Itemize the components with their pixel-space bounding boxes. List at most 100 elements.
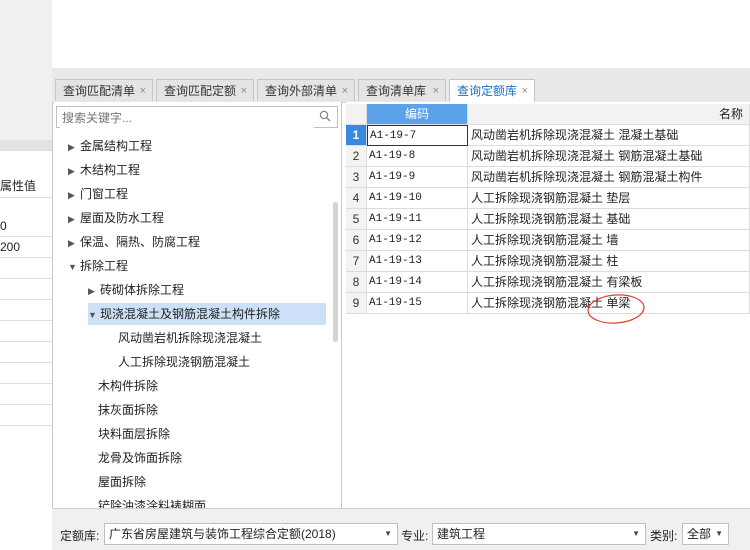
property-row[interactable] [0,321,52,342]
tab-query-match-list[interactable]: 查询匹配清单 × [55,79,153,101]
tree-node[interactable]: 风动凿岩机拆除现浇混凝土 [118,327,262,349]
tab-query-quota-library[interactable]: 查询定额库 × [449,79,535,103]
column-header-name[interactable]: 名称 [468,104,750,125]
tab-query-match-quota[interactable]: 查询匹配定额 × [156,79,254,101]
tree-node[interactable]: ▼ 拆除工程 [68,255,128,277]
tree-node[interactable]: 铲除油漆涂料裱糊面 [98,495,206,508]
tree-scrollbar[interactable] [333,202,338,342]
row-number[interactable]: 8 [346,272,367,293]
quota-library-select[interactable]: 广东省房屋建筑与装饰工程综合定额(2018) ▼ [104,523,398,545]
property-row[interactable] [0,342,52,363]
chevron-right-icon[interactable]: ▶ [88,280,100,302]
code-cell[interactable]: A1-19-7 [367,125,468,146]
grid-corner [346,104,367,125]
search-field[interactable] [56,106,338,128]
close-icon[interactable]: × [140,80,146,102]
property-row[interactable] [0,300,52,321]
property-value[interactable]: 0 [0,216,52,237]
tab-query-list-library[interactable]: 查询清单库 × [358,79,446,101]
close-icon[interactable]: × [522,80,528,102]
property-row[interactable] [0,363,52,384]
name-cell[interactable]: 人工拆除现浇钢筋混凝土 柱 [468,251,750,272]
property-header-strip [0,140,52,151]
name-cell[interactable]: 人工拆除现浇钢筋混凝土 墙 [468,230,750,251]
tree-node[interactable]: ▶ 保温、隔热、防腐工程 [68,231,200,253]
caret-down-icon[interactable]: ▼ [715,524,723,544]
tree-node[interactable]: 块料面层拆除 [98,423,170,445]
category-label: 类别: [650,529,678,543]
chevron-right-icon[interactable]: ▶ [68,184,80,206]
row-number[interactable]: 4 [346,188,367,209]
tree-node[interactable]: 屋面拆除 [98,471,146,493]
code-cell[interactable]: A1-19-13 [367,251,468,272]
caret-down-icon[interactable]: ▼ [384,524,392,544]
tree-node-label: 保温、隔热、防腐工程 [80,235,201,249]
chevron-right-icon[interactable]: ▶ [68,160,80,182]
row-number[interactable]: 1 [346,125,367,146]
row-number[interactable]: 3 [346,167,367,188]
major-select[interactable]: 建筑工程 ▼ [432,523,646,545]
tree-node-label: 木结构工程 [80,163,141,177]
code-cell[interactable]: A1-19-15 [367,293,468,314]
tree-node[interactable]: ▶ 砖砌体拆除工程 [88,279,184,301]
chevron-down-icon[interactable]: ▼ [68,256,80,278]
tree-node-label: 抹灰面拆除 [98,403,159,417]
column-header-code[interactable]: 编码 [367,104,468,125]
tab-label: 查询匹配清单 [63,84,136,98]
close-icon[interactable]: × [433,80,439,102]
category-select[interactable]: 全部 ▼ [682,523,729,545]
code-cell[interactable]: A1-19-12 [367,230,468,251]
row-number[interactable]: 7 [346,251,367,272]
row-number[interactable]: 6 [346,230,367,251]
caret-down-icon[interactable]: ▼ [632,524,640,544]
property-row[interactable] [0,258,52,279]
chevron-right-icon[interactable]: ▶ [68,232,80,254]
tab-label: 查询匹配定额 [164,84,237,98]
tab-query-external-list[interactable]: 查询外部清单 × [257,79,355,101]
close-icon[interactable]: × [241,80,247,102]
tree-node[interactable]: 抹灰面拆除 [98,399,158,421]
property-row[interactable] [0,279,52,300]
search-input[interactable] [60,108,314,128]
code-cell[interactable]: A1-19-8 [367,146,468,167]
top-panel [52,0,750,69]
tree-node-label: 现浇混凝土及钢筋混凝土构件拆除 [100,307,281,321]
tree-node-label: 铲除油漆涂料裱糊面 [98,499,207,508]
splitter[interactable] [52,68,750,76]
tree-node[interactable]: 人工拆除现浇钢筋混凝土 [118,351,250,373]
close-icon[interactable]: × [342,80,348,102]
chevron-right-icon[interactable]: ▶ [68,208,80,230]
name-cell[interactable]: 风动凿岩机拆除现浇混凝土 混凝土基础 [468,125,750,146]
chevron-right-icon[interactable]: ▶ [68,136,80,158]
quota-library-value: 广东省房屋建筑与装饰工程综合定额(2018) [109,527,336,541]
code-cell[interactable]: A1-19-9 [367,167,468,188]
property-value[interactable]: 200 [0,237,52,258]
tree-node-label: 拆除工程 [80,259,129,273]
property-value-header: 属性值 [0,175,52,198]
row-number[interactable]: 2 [346,146,367,167]
tree-node[interactable]: ▶ 门窗工程 [68,183,128,205]
name-cell[interactable]: 风动凿岩机拆除现浇混凝土 钢筋混凝土基础 [468,146,750,167]
code-cell[interactable]: A1-19-14 [367,272,468,293]
name-cell[interactable]: 人工拆除现浇钢筋混凝土 垫层 [468,188,750,209]
tree-node-label: 风动凿岩机拆除现浇混凝土 [118,331,263,345]
name-cell[interactable]: 风动凿岩机拆除现浇混凝土 钢筋混凝土构件 [468,167,750,188]
name-cell[interactable]: 人工拆除现浇钢筋混凝土 基础 [468,209,750,230]
row-number[interactable]: 5 [346,209,367,230]
tree-node[interactable]: 龙骨及饰面拆除 [98,447,182,469]
property-row[interactable] [0,384,52,405]
chevron-down-icon[interactable]: ▼ [88,304,100,326]
tree-node-label: 人工拆除现浇钢筋混凝土 [118,355,251,369]
code-cell[interactable]: A1-19-10 [367,188,468,209]
row-number[interactable]: 9 [346,293,367,314]
search-icon[interactable] [319,110,331,125]
code-cell[interactable]: A1-19-11 [367,209,468,230]
tree-node[interactable]: ▶ 金属结构工程 [68,135,152,157]
tree-node[interactable]: 木构件拆除 [98,375,158,397]
property-panel: 属性值 0 200 [0,140,53,549]
tree-node-selected[interactable]: ▼ 现浇混凝土及钢筋混凝土构件拆除 [88,303,326,325]
tree-node[interactable]: ▶ 木结构工程 [68,159,140,181]
property-row[interactable] [0,405,52,426]
tree-node[interactable]: ▶ 屋面及防水工程 [68,207,164,229]
tree-node-label: 龙骨及饰面拆除 [98,451,183,465]
